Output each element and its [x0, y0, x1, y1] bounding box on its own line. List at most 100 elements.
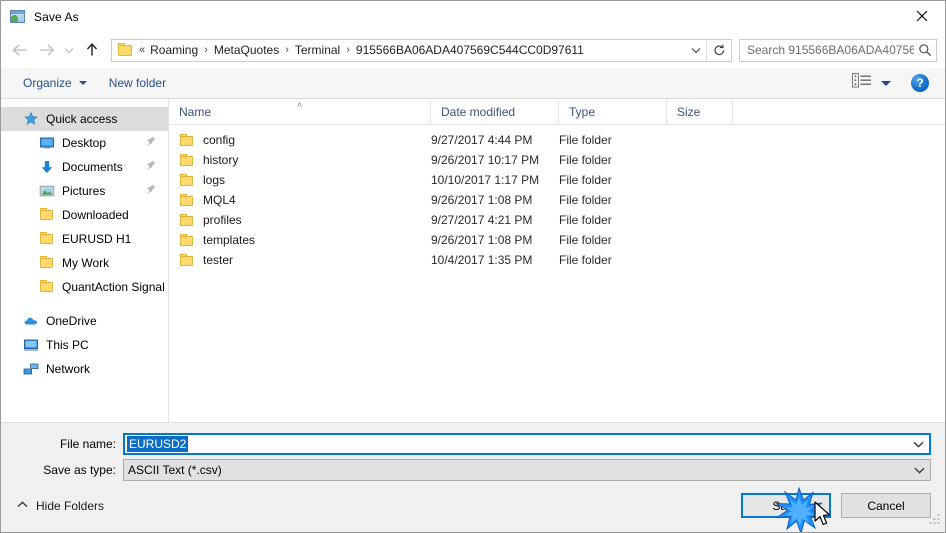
table-row[interactable]: logs 10/10/2017 1:17 PM File folder [169, 170, 945, 190]
recent-locations-icon[interactable] [59, 37, 79, 63]
star-icon [23, 111, 39, 127]
desktop-icon [39, 135, 55, 151]
file-name-input[interactable]: EURUSD2 [123, 433, 931, 455]
breadcrumb-separator[interactable]: › [343, 44, 353, 56]
sidebar-item-network[interactable]: Network [1, 357, 168, 381]
sidebar-item-documents[interactable]: Documents [1, 155, 168, 179]
organize-button[interactable]: Organize [15, 73, 95, 93]
sidebar-item-desktop[interactable]: Desktop [1, 131, 168, 155]
breadcrumb-item-terminal[interactable]: Terminal [292, 42, 343, 58]
sidebar-item-onedrive[interactable]: OneDrive [1, 309, 168, 333]
view-options-button[interactable] [846, 70, 897, 96]
help-button[interactable]: ? [911, 74, 929, 92]
sidebar-item-this-pc[interactable]: This PC [1, 333, 168, 357]
file-type: File folder [559, 253, 612, 267]
search-placeholder: Search 915566BA06ADA40756... [747, 43, 914, 57]
folder-icon [179, 153, 195, 167]
column-header-name[interactable]: Name ˄ [169, 99, 431, 124]
back-icon[interactable] [7, 37, 33, 63]
folder-icon [179, 133, 195, 147]
browser-body: Quick access Desktop Documents Pictures … [1, 99, 945, 422]
breadcrumb-overflow[interactable]: « [139, 44, 147, 56]
refresh-icon[interactable] [706, 39, 731, 61]
pin-icon[interactable] [146, 160, 156, 174]
sidebar-item-pictures[interactable]: Pictures [1, 179, 168, 203]
save-button[interactable]: Save [741, 493, 831, 518]
search-input[interactable]: Search 915566BA06ADA40756... [739, 38, 937, 62]
navigation-bar: « Roaming › MetaQuotes › Terminal › 9155… [1, 32, 945, 68]
folder-icon [39, 231, 55, 247]
breadcrumb-item-metaquotes[interactable]: MetaQuotes [211, 42, 282, 58]
hide-folders-button[interactable]: Hide Folders [11, 495, 110, 517]
file-list-pane: Name ˄ Date modified Type Size config 9/… [169, 99, 945, 422]
sidebar-label: Desktop [62, 136, 107, 150]
up-icon[interactable] [79, 37, 105, 63]
table-row[interactable]: tester 10/4/2017 1:35 PM File folder [169, 250, 945, 270]
file-name-cell: tester [169, 253, 431, 267]
pin-icon[interactable] [146, 136, 156, 150]
column-headers: Name ˄ Date modified Type Size [169, 99, 945, 125]
table-row[interactable]: history 9/26/2017 10:17 PM File folder [169, 150, 945, 170]
chevron-up-icon [17, 500, 28, 511]
cancel-button[interactable]: Cancel [841, 493, 931, 518]
table-row[interactable]: profiles 9/27/2017 4:21 PM File folder [169, 210, 945, 230]
file-type: File folder [559, 193, 612, 207]
chevron-down-icon [78, 81, 87, 85]
breadcrumb-separator[interactable]: › [201, 44, 211, 56]
file-name: config [203, 133, 236, 147]
file-name-label: File name: [59, 437, 116, 451]
pictures-icon [39, 183, 55, 199]
forward-icon[interactable] [33, 37, 59, 63]
close-icon[interactable] [899, 1, 945, 31]
file-name: MQL4 [203, 193, 236, 207]
new-folder-button[interactable]: New folder [101, 73, 174, 93]
save-as-type-select[interactable]: ASCII Text (*.csv) [123, 459, 931, 481]
address-dropdown-icon[interactable] [686, 47, 706, 54]
save-as-dialog: Save As « Roaming › MetaQuotes › Termina… [0, 0, 946, 533]
table-row[interactable]: MQL4 9/26/2017 1:08 PM File folder [169, 190, 945, 210]
column-header-type[interactable]: Type [559, 99, 667, 124]
table-row[interactable]: templates 9/26/2017 1:08 PM File folder [169, 230, 945, 250]
search-icon[interactable] [914, 43, 936, 57]
new-folder-label: New folder [108, 76, 167, 90]
save-form: File name: EURUSD2 Save as type: ASCII T… [1, 422, 945, 484]
file-name-cell: templates [169, 233, 431, 247]
sidebar-item-downloaded[interactable]: Downloaded [1, 203, 168, 227]
sidebar-label: QuantAction Signal [62, 280, 165, 294]
file-name-cell: logs [169, 173, 431, 187]
breadcrumb-item-roaming[interactable]: Roaming [147, 42, 201, 58]
sidebar-item-eurusd-h1[interactable]: EURUSD H1 [1, 227, 168, 251]
file-type: File folder [559, 153, 612, 167]
column-label: Size [677, 104, 701, 119]
file-date: 10/10/2017 1:17 PM [431, 173, 540, 187]
file-name-cell: profiles [169, 213, 431, 227]
file-name: history [203, 153, 239, 167]
folder-icon [179, 193, 195, 207]
column-label: Name [179, 104, 212, 119]
column-header-size[interactable]: Size [667, 99, 733, 124]
sidebar-item-my-work[interactable]: My Work [1, 251, 168, 275]
file-type: File folder [559, 233, 612, 247]
table-row[interactable]: config 9/27/2017 4:44 PM File folder [169, 130, 945, 150]
organize-label: Organize [23, 76, 72, 90]
breadcrumb-separator[interactable]: › [282, 44, 292, 56]
file-type: File folder [559, 213, 612, 227]
chevron-down-icon[interactable] [907, 441, 929, 448]
file-type: File folder [559, 133, 612, 147]
file-name-cell: config [169, 133, 431, 147]
hide-folders-label: Hide Folders [36, 498, 105, 513]
column-label: Date modified [441, 104, 516, 119]
address-bar[interactable]: « Roaming › MetaQuotes › Terminal › 9155… [111, 38, 732, 62]
sidebar-item-quantaction-signal[interactable]: QuantAction Signal [1, 275, 168, 299]
breadcrumb-item-instance[interactable]: 915566BA06ADA407569C544CC0D97611 [353, 42, 587, 58]
column-header-date-modified[interactable]: Date modified [431, 99, 559, 124]
resize-grip-icon[interactable] [929, 512, 941, 524]
file-name-cell: history [169, 153, 431, 167]
chevron-down-icon[interactable] [908, 467, 930, 474]
sidebar-label: OneDrive [46, 314, 97, 328]
file-date: 9/26/2017 1:08 PM [431, 193, 533, 207]
sidebar-item-quick-access[interactable]: Quick access [1, 107, 168, 131]
save-as-type-label: Save as type: [43, 463, 116, 477]
file-date: 9/26/2017 10:17 PM [431, 153, 540, 167]
pin-icon[interactable] [146, 184, 156, 198]
